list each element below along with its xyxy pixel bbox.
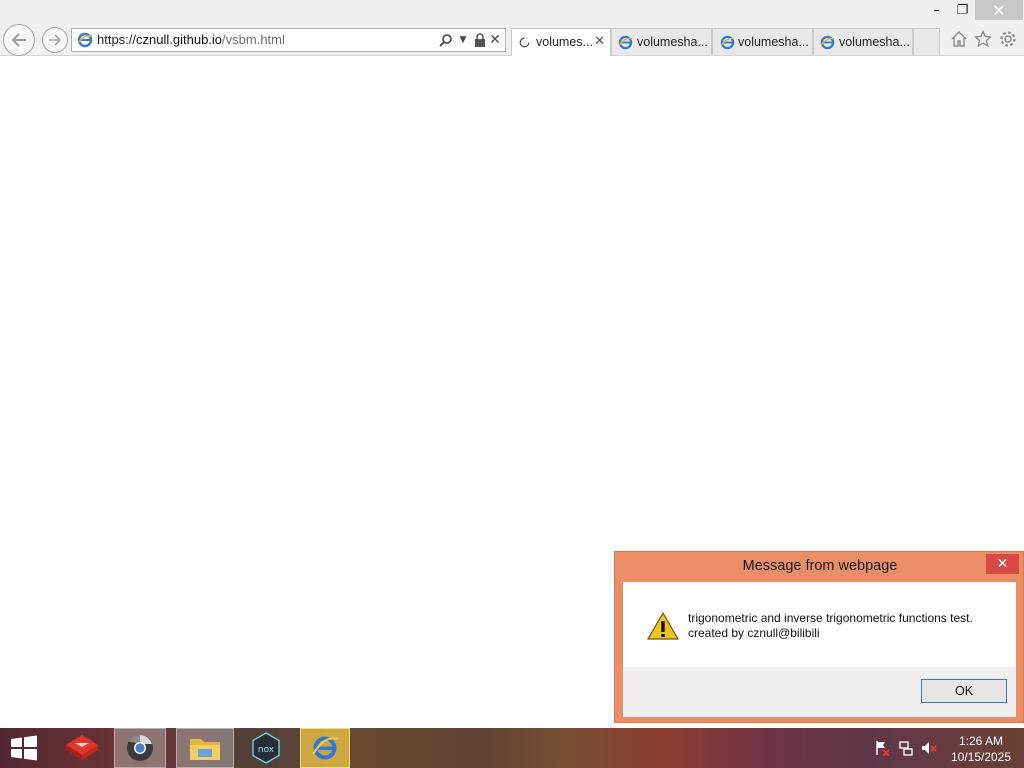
dialog-close-button[interactable]: ✕ — [986, 554, 1019, 574]
back-arrow-icon — [11, 33, 26, 47]
lock-icon[interactable] — [472, 31, 488, 49]
restore-button[interactable]: ❐ — [950, 0, 975, 20]
favorites-star-icon[interactable] — [972, 28, 994, 50]
taskbar: nox 1:26 AM 10/15/2025 — [0, 728, 1024, 768]
volume-muted-icon[interactable] — [921, 740, 937, 756]
start-button[interactable] — [0, 728, 48, 768]
taskbar-clock[interactable]: 1:26 AM 10/15/2025 — [946, 733, 1016, 765]
dialog-body: trigonometric and inverse trigonometric … — [623, 582, 1016, 667]
dialog-message: trigonometric and inverse trigonometric … — [688, 611, 973, 641]
tab-3[interactable]: volumesha... — [712, 28, 813, 55]
tab-label: volumesha... — [839, 35, 910, 49]
file-explorer-icon — [190, 739, 220, 760]
nox-label: nox — [258, 745, 275, 755]
stop-icon[interactable]: ✕ — [487, 31, 503, 49]
taskbar-nox[interactable]: nox — [240, 728, 292, 768]
taskbar-internet-explorer[interactable] — [300, 728, 350, 768]
action-center-flag-icon[interactable] — [874, 740, 890, 756]
dialog-message-line-2: created by cznull@bilibili — [688, 626, 820, 640]
clock-time: 1:26 AM — [958, 734, 1004, 748]
tab-label: volumes... — [536, 35, 593, 49]
home-icon[interactable] — [948, 28, 970, 50]
minimize-button[interactable]: – — [923, 0, 950, 20]
tab-label: volumesha... — [637, 35, 708, 49]
forward-arrow-icon — [49, 34, 62, 46]
tab-2[interactable]: volumesha... — [611, 28, 712, 55]
tab-label: volumesha... — [738, 35, 809, 49]
ie-page-icon — [618, 35, 633, 50]
taskbar-pinned-app[interactable] — [56, 728, 108, 768]
dialog-footer: OK — [623, 667, 1016, 717]
browser-chrome: – ❐ ✕ https://cznull.github.io/vsbm.html… — [0, 0, 1024, 56]
taskbar-chrome[interactable] — [114, 728, 166, 768]
address-url[interactable]: https://cznull.github.io/vsbm.html — [97, 32, 285, 47]
message-dialog: Message from webpage ✕ trigonometric and… — [614, 551, 1024, 723]
start-windows-icon — [11, 735, 37, 761]
forward-button[interactable] — [42, 27, 68, 53]
tab-close-icon[interactable]: ✕ — [594, 34, 605, 49]
warning-icon — [647, 612, 679, 640]
chrome-icon — [127, 734, 153, 761]
ie-page-icon — [77, 32, 93, 48]
dialog-title: Message from webpage — [742, 558, 898, 574]
tab-4[interactable]: volumesha... — [813, 28, 913, 55]
internet-explorer-icon — [312, 736, 339, 760]
dropdown-icon[interactable]: ▼ — [455, 31, 471, 49]
tab-1[interactable]: volumes... ✕ — [511, 28, 611, 56]
clock-date: 10/15/2025 — [950, 750, 1012, 764]
url-prefix: https:// — [97, 32, 137, 47]
ie-page-icon — [720, 35, 735, 50]
url-host: cznull.github.io — [136, 32, 223, 47]
settings-gear-icon[interactable] — [997, 28, 1019, 50]
nox-icon: nox — [252, 732, 280, 764]
dialog-message-line-1: trigonometric and inverse trigonometric … — [688, 611, 973, 625]
address-bar[interactable]: https://cznull.github.io/vsbm.html ▼ ✕ — [71, 28, 506, 52]
loading-spinner-icon — [519, 37, 530, 48]
window-close-button[interactable]: ✕ — [975, 0, 1023, 20]
taskbar-file-explorer[interactable] — [176, 728, 234, 768]
ie-page-icon — [820, 35, 835, 50]
network-icon[interactable] — [898, 740, 914, 756]
url-path: /vsbm.html — [222, 32, 285, 47]
search-icon[interactable] — [438, 31, 454, 49]
new-tab-button[interactable] — [913, 28, 940, 55]
back-button[interactable] — [3, 24, 35, 56]
ok-button[interactable]: OK — [921, 679, 1007, 703]
pinned-app-icon — [66, 735, 98, 760]
